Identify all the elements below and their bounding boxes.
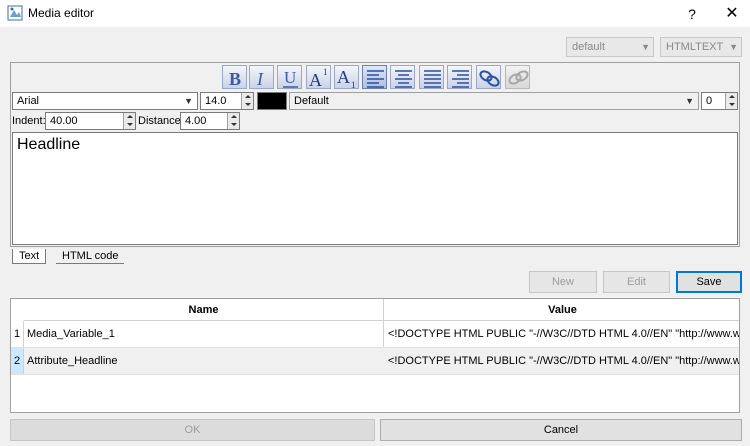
style-combo[interactable]: default ▼ [566,37,654,57]
help-button[interactable]: ? [672,0,712,28]
row-number: 2 [11,348,24,374]
tab-text-label: Text [19,250,40,262]
subscript-icon: A1 [337,67,356,90]
spacing-value: 0 [706,95,713,107]
unlink-button[interactable] [505,65,530,89]
align-right-button[interactable] [447,65,472,89]
font-family-combo[interactable]: Arial ▼ [12,92,198,110]
row-value-cell[interactable]: <!DOCTYPE HTML PUBLIC "-//W3C//DTD HTML … [388,321,739,347]
font-size-value: 14.0 [205,95,227,107]
close-button[interactable]: ✕ [712,0,750,28]
mode-combo[interactable]: HTMLTEXT ▼ [660,37,742,57]
link-icon [479,70,500,87]
ok-button[interactable]: OK [10,419,375,441]
edit-button-label: Edit [627,276,646,288]
distance-value: 4.00 [185,115,207,127]
align-left-button[interactable] [362,65,387,89]
svg-text:U: U [284,68,296,87]
unlink-icon [508,70,529,85]
svg-text:A: A [309,70,322,90]
tab-html-code[interactable]: HTML code [56,249,125,264]
table-row[interactable]: 1 Media_Variable_1 <!DOCTYPE HTML PUBLIC… [11,321,739,348]
cancel-button[interactable]: Cancel [380,419,742,441]
table-row[interactable]: 2 Attribute_Headline <!DOCTYPE HTML PUBL… [11,348,739,375]
distance-spinner[interactable]: 4.00 [180,112,240,130]
indent-spinner[interactable]: 40.00 [45,112,136,130]
font-color-swatch[interactable] [257,92,287,110]
window-title: Media editor [28,6,95,20]
align-justify-button[interactable] [419,65,444,89]
align-justify-icon [424,70,441,88]
align-center-icon [395,70,412,88]
rich-text-editor[interactable]: Headline [12,132,738,245]
superscript-icon: A1 [309,67,328,90]
align-left-icon [367,70,384,88]
tab-html-code-label: HTML code [62,250,119,262]
tab-text[interactable]: Text [12,249,47,264]
svg-text:1: 1 [351,80,356,90]
save-button-label: Save [696,276,722,288]
chevron-down-icon: ▼ [729,42,738,52]
spinner-arrows-icon[interactable] [725,93,737,109]
align-right-icon [452,70,469,88]
column-header-name[interactable]: Name [24,299,383,321]
save-button[interactable]: Save [676,271,742,293]
spinner-arrows-icon[interactable] [123,113,135,129]
editor-content: Headline [17,136,81,153]
chevron-down-icon: ▼ [184,96,193,106]
row-number: 1 [11,321,24,347]
row-value-cell[interactable]: <!DOCTYPE HTML PUBLIC "-//W3C//DTD HTML … [388,348,739,374]
chevron-down-icon: ▼ [685,96,694,106]
mode-combo-value: HTMLTEXT [666,41,724,53]
chevron-down-icon: ▼ [641,42,650,52]
ok-button-label: OK [184,424,201,436]
svg-text:B: B [229,69,241,89]
row-name-cell[interactable]: Attribute_Headline [27,348,377,374]
superscript-button[interactable]: A1 [306,65,331,90]
spinner-arrows-icon[interactable] [241,93,253,109]
new-button[interactable]: New [529,271,597,293]
underline-button[interactable]: U [277,65,302,89]
font-family-value: Arial [17,95,40,107]
underline-icon: U [283,68,298,88]
link-button[interactable] [476,65,501,89]
style-combo-value: default [572,41,606,53]
spinner-arrows-icon[interactable] [227,113,239,129]
row-name-cell[interactable]: Media_Variable_1 [27,321,377,347]
column-header-value[interactable]: Value [384,299,739,321]
svg-text:A: A [337,67,350,87]
variables-table[interactable]: Name Value 1 Media_Variable_1 <!DOCTYPE … [10,298,740,413]
new-button-label: New [551,276,574,288]
cancel-button-label: Cancel [543,424,579,436]
title-bar: Media editor ? ✕ [0,0,750,28]
bold-button[interactable]: B [222,65,247,89]
distance-label: Distance: [138,115,184,127]
indent-label: Indent: [12,115,46,127]
font-size-spinner[interactable]: 14.0 [200,92,254,110]
align-center-button[interactable] [390,65,415,89]
subscript-button[interactable]: A1 [334,65,359,90]
app-icon [7,5,23,21]
edit-button[interactable]: Edit [603,271,670,293]
svg-text:1: 1 [323,67,328,77]
italic-icon: I [256,69,264,89]
bold-icon: B [229,69,241,89]
spacing-spinner[interactable]: 0 [701,92,738,110]
paragraph-style-value: Default [294,95,329,107]
svg-text:I: I [256,69,264,89]
indent-value: 40.00 [50,115,78,127]
paragraph-style-combo[interactable]: Default ▼ [289,92,699,110]
italic-button[interactable]: I [249,65,274,89]
